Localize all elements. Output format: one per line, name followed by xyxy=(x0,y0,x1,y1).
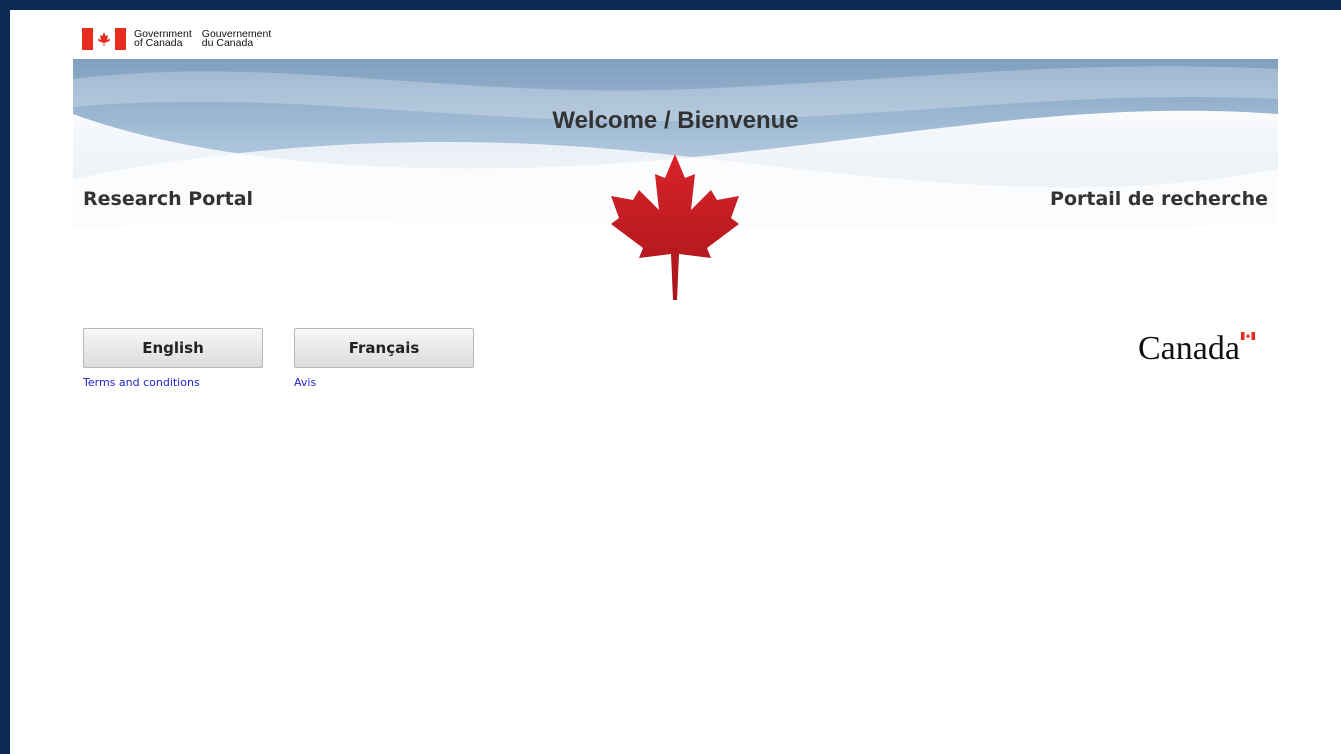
page: Government of Canada Gouvernement du Can… xyxy=(10,10,1341,754)
government-en: Government of Canada xyxy=(134,29,192,49)
gov-en-line2: of Canada xyxy=(134,37,183,49)
portail-de-recherche-label: Portail de recherche xyxy=(1050,188,1268,210)
government-signature[interactable]: Government of Canada Gouvernement du Can… xyxy=(82,28,281,50)
canada-wordmark-flag-icon xyxy=(1240,332,1255,340)
gov-fr-line2: du Canada xyxy=(201,37,254,49)
banner-title: Welcome / Bienvenue xyxy=(552,107,799,134)
government-fr: Gouvernement du Canada xyxy=(201,29,271,49)
maple-leaf-icon xyxy=(611,154,739,300)
terms-and-conditions-link[interactable]: Terms and conditions xyxy=(83,376,200,389)
canada-wordmark-text: Canada xyxy=(1138,330,1240,367)
canada-wordmark: Canada xyxy=(1138,332,1255,366)
francais-button[interactable]: Français xyxy=(294,328,474,368)
canada-flag-icon xyxy=(82,28,126,50)
avis-link[interactable]: Avis xyxy=(294,376,316,389)
research-portal-label: Research Portal xyxy=(83,188,254,210)
english-button[interactable]: English xyxy=(83,328,263,368)
